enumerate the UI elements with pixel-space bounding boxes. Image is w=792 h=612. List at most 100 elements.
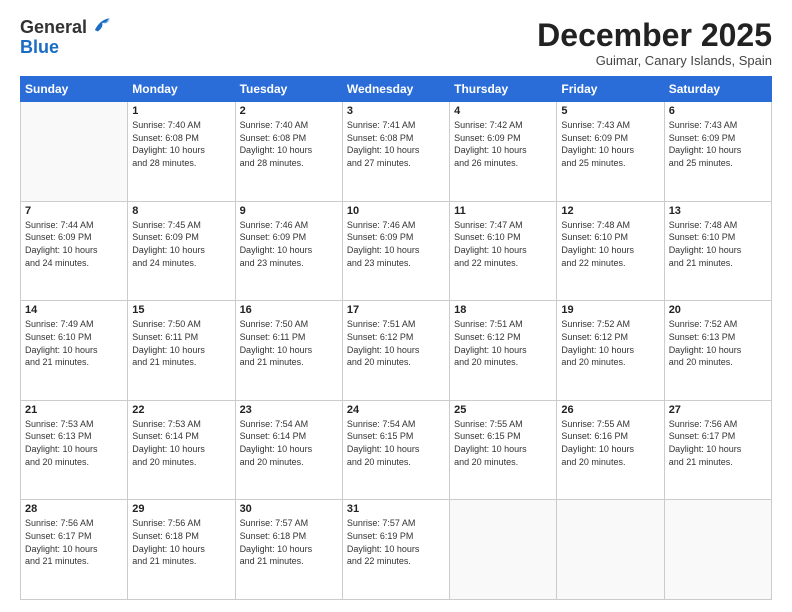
day-number: 27 [669, 404, 767, 416]
calendar-cell: 14Sunrise: 7:49 AM Sunset: 6:10 PM Dayli… [21, 301, 128, 401]
day-info: Sunrise: 7:40 AM Sunset: 6:08 PM Dayligh… [240, 119, 338, 169]
day-info: Sunrise: 7:48 AM Sunset: 6:10 PM Dayligh… [561, 219, 659, 269]
header: General Blue December 2025 Guimar, Canar… [20, 18, 772, 68]
calendar-cell: 11 Sunrise: 7:47 AM Sunset: 6:10 PM Dayli… [450, 201, 557, 301]
day-info: Sunrise: 7:52 AM Sunset: 6:13 PM Dayligh… [669, 318, 767, 368]
day-number: 17 [347, 304, 445, 316]
day-info: Sunrise: 7:56 AM Sunset: 6:17 PM Dayligh… [669, 418, 767, 468]
title-block: December 2025 Guimar, Canary Islands, Sp… [537, 18, 772, 68]
calendar-cell: 22Sunrise: 7:53 AM Sunset: 6:14 PM Dayli… [128, 400, 235, 500]
calendar-cell: 7Sunrise: 7:44 AM Sunset: 6:09 PM Daylig… [21, 201, 128, 301]
day-info: Sunrise: 7:45 AM Sunset: 6:09 PM Dayligh… [132, 219, 230, 269]
calendar-table: SundayMondayTuesdayWednesdayThursdayFrid… [20, 76, 772, 600]
day-info: Sunrise: 7:46 AM Sunset: 6:09 PM Dayligh… [347, 219, 445, 269]
calendar-cell [664, 500, 771, 600]
day-number: 14 [25, 304, 123, 316]
day-info: Sunrise: 7:53 AM Sunset: 6:13 PM Dayligh… [25, 418, 123, 468]
day-number: 4 [454, 105, 552, 117]
day-number: 25 [454, 404, 552, 416]
calendar-cell: 16 Sunrise: 7:50 AM Sunset: 6:11 PM Dayli… [235, 301, 342, 401]
day-number: 6 [669, 105, 767, 117]
day-info: Sunrise: 7:54 AM Sunset: 6:14 PM Dayligh… [240, 418, 338, 468]
calendar-cell: 21 Sunrise: 7:53 AM Sunset: 6:13 PM Dayli… [21, 400, 128, 500]
calendar-cell: 12Sunrise: 7:48 AM Sunset: 6:10 PM Dayli… [557, 201, 664, 301]
calendar-week-row: 7Sunrise: 7:44 AM Sunset: 6:09 PM Daylig… [21, 201, 772, 301]
calendar-cell: 18 Sunrise: 7:51 AM Sunset: 6:12 PM Dayli… [450, 301, 557, 401]
calendar-cell [21, 102, 128, 202]
logo: General Blue [20, 18, 111, 58]
day-number: 16 [240, 304, 338, 316]
day-number: 9 [240, 205, 338, 217]
day-number: 3 [347, 105, 445, 117]
day-info: Sunrise: 7:42 AM Sunset: 6:09 PM Dayligh… [454, 119, 552, 169]
day-number: 1 [132, 105, 230, 117]
day-info: Sunrise: 7:54 AM Sunset: 6:15 PM Dayligh… [347, 418, 445, 468]
calendar-cell: 29 Sunrise: 7:56 AM Sunset: 6:18 PM Dayli… [128, 500, 235, 600]
calendar-header-friday: Friday [557, 77, 664, 102]
calendar-cell: 4 Sunrise: 7:42 AM Sunset: 6:09 PM Daylig… [450, 102, 557, 202]
calendar-week-row: 1 Sunrise: 7:40 AM Sunset: 6:08 PM Daylig… [21, 102, 772, 202]
calendar-cell [450, 500, 557, 600]
month-title: December 2025 [537, 18, 772, 53]
calendar-cell: 30 Sunrise: 7:57 AM Sunset: 6:18 PM Dayli… [235, 500, 342, 600]
calendar-header-row: SundayMondayTuesdayWednesdayThursdayFrid… [21, 77, 772, 102]
calendar-header-tuesday: Tuesday [235, 77, 342, 102]
day-number: 10 [347, 205, 445, 217]
day-info: Sunrise: 7:53 AM Sunset: 6:14 PM Dayligh… [132, 418, 230, 468]
day-info: Sunrise: 7:41 AM Sunset: 6:08 PM Dayligh… [347, 119, 445, 169]
calendar-cell: 1Sunrise: 7:40 AM Sunset: 6:08 PM Daylig… [128, 102, 235, 202]
day-info: Sunrise: 7:43 AM Sunset: 6:09 PM Dayligh… [669, 119, 767, 169]
day-number: 18 [454, 304, 552, 316]
day-info: Sunrise: 7:46 AM Sunset: 6:09 PM Dayligh… [240, 219, 338, 269]
day-info: Sunrise: 7:47 AM Sunset: 6:10 PM Dayligh… [454, 219, 552, 269]
page: General Blue December 2025 Guimar, Canar… [0, 0, 792, 612]
day-info: Sunrise: 7:51 AM Sunset: 6:12 PM Dayligh… [347, 318, 445, 368]
calendar-cell: 17 Sunrise: 7:51 AM Sunset: 6:12 PM Dayli… [342, 301, 449, 401]
calendar-cell: 15 Sunrise: 7:50 AM Sunset: 6:11 PM Dayli… [128, 301, 235, 401]
logo-general: General [20, 18, 87, 38]
day-number: 11 [454, 205, 552, 217]
calendar-cell: 26Sunrise: 7:55 AM Sunset: 6:16 PM Dayli… [557, 400, 664, 500]
calendar-cell [557, 500, 664, 600]
day-info: Sunrise: 7:57 AM Sunset: 6:19 PM Dayligh… [347, 517, 445, 567]
day-number: 8 [132, 205, 230, 217]
calendar-cell: 23 Sunrise: 7:54 AM Sunset: 6:14 PM Dayli… [235, 400, 342, 500]
calendar-cell: 6 Sunrise: 7:43 AM Sunset: 6:09 PM Daylig… [664, 102, 771, 202]
day-number: 31 [347, 503, 445, 515]
day-info: Sunrise: 7:50 AM Sunset: 6:11 PM Dayligh… [132, 318, 230, 368]
calendar-cell: 19Sunrise: 7:52 AM Sunset: 6:12 PM Dayli… [557, 301, 664, 401]
day-number: 7 [25, 205, 123, 217]
calendar-cell: 25Sunrise: 7:55 AM Sunset: 6:15 PM Dayli… [450, 400, 557, 500]
calendar-header-thursday: Thursday [450, 77, 557, 102]
calendar-cell: 28Sunrise: 7:56 AM Sunset: 6:17 PM Dayli… [21, 500, 128, 600]
day-number: 21 [25, 404, 123, 416]
calendar-header-sunday: Sunday [21, 77, 128, 102]
calendar-week-row: 14Sunrise: 7:49 AM Sunset: 6:10 PM Dayli… [21, 301, 772, 401]
day-number: 23 [240, 404, 338, 416]
calendar-header-wednesday: Wednesday [342, 77, 449, 102]
calendar-header-monday: Monday [128, 77, 235, 102]
day-info: Sunrise: 7:57 AM Sunset: 6:18 PM Dayligh… [240, 517, 338, 567]
day-info: Sunrise: 7:51 AM Sunset: 6:12 PM Dayligh… [454, 318, 552, 368]
day-number: 24 [347, 404, 445, 416]
calendar-body: 1 Sunrise: 7:40 AM Sunset: 6:08 PM Daylig… [21, 102, 772, 600]
day-number: 5 [561, 105, 659, 117]
day-number: 30 [240, 503, 338, 515]
calendar-cell: 2Sunrise: 7:40 AM Sunset: 6:08 PM Daylig… [235, 102, 342, 202]
day-number: 15 [132, 304, 230, 316]
calendar-cell: 20Sunrise: 7:52 AM Sunset: 6:13 PM Dayli… [664, 301, 771, 401]
day-number: 26 [561, 404, 659, 416]
calendar-cell: 5Sunrise: 7:43 AM Sunset: 6:09 PM Daylig… [557, 102, 664, 202]
calendar-week-row: 21 Sunrise: 7:53 AM Sunset: 6:13 PM Dayli… [21, 400, 772, 500]
calendar-week-row: 28Sunrise: 7:56 AM Sunset: 6:17 PM Dayli… [21, 500, 772, 600]
location-subtitle: Guimar, Canary Islands, Spain [537, 53, 772, 68]
day-info: Sunrise: 7:56 AM Sunset: 6:18 PM Dayligh… [132, 517, 230, 567]
day-number: 29 [132, 503, 230, 515]
calendar-cell: 24 Sunrise: 7:54 AM Sunset: 6:15 PM Dayli… [342, 400, 449, 500]
day-info: Sunrise: 7:52 AM Sunset: 6:12 PM Dayligh… [561, 318, 659, 368]
calendar-cell: 8 Sunrise: 7:45 AM Sunset: 6:09 PM Daylig… [128, 201, 235, 301]
calendar-cell: 9 Sunrise: 7:46 AM Sunset: 6:09 PM Daylig… [235, 201, 342, 301]
logo-blue: Blue [20, 37, 59, 57]
day-number: 28 [25, 503, 123, 515]
day-info: Sunrise: 7:50 AM Sunset: 6:11 PM Dayligh… [240, 318, 338, 368]
